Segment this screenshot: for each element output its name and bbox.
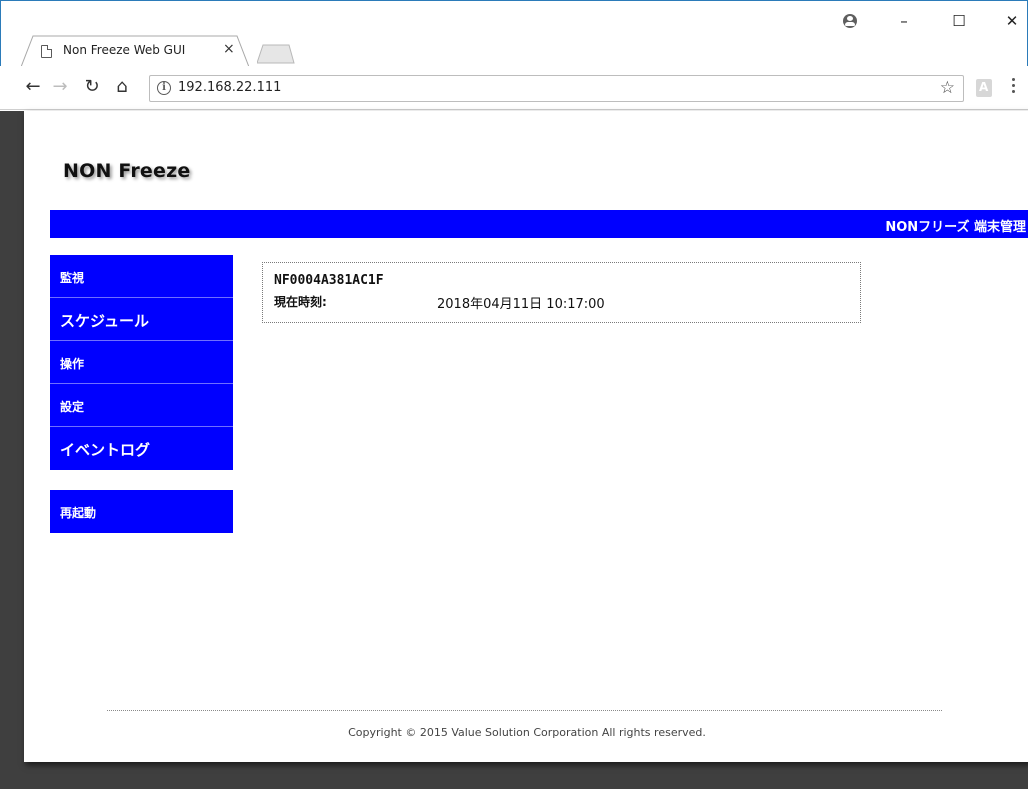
nav-item-operation[interactable]: 操作: [50, 341, 233, 384]
nav-item-event-log[interactable]: イベントログ: [50, 427, 233, 470]
new-tab-button[interactable]: [257, 44, 295, 64]
page-viewport: NON Freeze NONフリーズ 端末管理 監視 スケジュール 操作 設定 …: [0, 111, 1028, 789]
nav-label: 再起動: [60, 506, 97, 520]
current-time-value: 2018年04月11日 10:17:00: [437, 297, 605, 312]
copyright-text: Copyright © 2015 Value Solution Corporat…: [348, 726, 706, 739]
side-navigation: 監視 スケジュール 操作 設定 イベントログ 再起動: [50, 255, 233, 533]
nav-item-schedule[interactable]: スケジュール: [50, 298, 233, 341]
close-window-button[interactable]: ✕: [1002, 11, 1022, 31]
home-icon[interactable]: ⌂: [111, 75, 133, 99]
browser-toolbar: ← → ↻ ⌂ i 192.168.22.111 ☆: [0, 66, 1028, 110]
restart-button[interactable]: 再起動: [50, 490, 233, 533]
pdf-extension-icon[interactable]: [976, 79, 992, 97]
browser-tab[interactable]: Non Freeze Web GUI ×: [21, 35, 249, 67]
tab-title: Non Freeze Web GUI: [63, 43, 186, 57]
forward-arrow-icon[interactable]: →: [49, 75, 71, 99]
address-bar[interactable]: i 192.168.22.111 ☆: [149, 75, 964, 102]
back-arrow-icon[interactable]: ←: [22, 75, 44, 99]
site-logo: NON Freeze: [63, 160, 191, 182]
nav-label: イベントログ: [60, 441, 151, 459]
profile-icon[interactable]: [843, 14, 857, 28]
nav-label: 操作: [60, 357, 85, 371]
header-bar: NONフリーズ 端末管理: [50, 210, 1028, 238]
device-info-box: NF0004A381AC1F 現在時刻: 2018年04月11日 10:17:0…: [262, 262, 861, 323]
reload-icon[interactable]: ↻: [81, 75, 103, 99]
star-icon[interactable]: ☆: [940, 78, 955, 98]
nav-label: 監視: [60, 271, 85, 285]
menu-icon[interactable]: [1012, 78, 1016, 96]
header-title: NONフリーズ 端末管理: [885, 220, 1026, 235]
nav-item-settings[interactable]: 設定: [50, 384, 233, 427]
page-icon: [41, 45, 52, 58]
footer-divider: [107, 710, 942, 711]
minimize-button[interactable]: –: [894, 11, 914, 31]
device-id: NF0004A381AC1F: [274, 273, 384, 288]
nav-label: 設定: [60, 400, 85, 414]
tab-close-icon[interactable]: ×: [223, 41, 235, 57]
browser-titlebar: Non Freeze Web GUI × – ☐ ✕: [0, 0, 1028, 68]
url-text[interactable]: 192.168.22.111: [178, 80, 281, 95]
current-time-label: 現在時刻:: [274, 295, 327, 309]
nav-item-monitor[interactable]: 監視: [50, 255, 233, 298]
page-container: NON Freeze NONフリーズ 端末管理 監視 スケジュール 操作 設定 …: [24, 111, 1028, 762]
nav-label: スケジュール: [60, 312, 149, 330]
info-icon[interactable]: i: [157, 81, 171, 95]
maximize-button[interactable]: ☐: [949, 11, 969, 31]
